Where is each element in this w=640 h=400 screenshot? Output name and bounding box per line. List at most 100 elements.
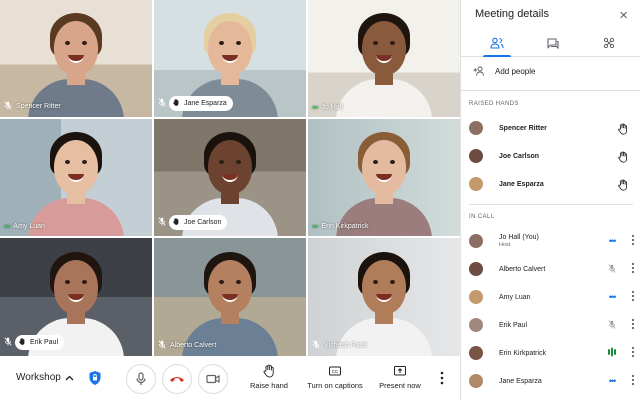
- participant-tile[interactable]: Jane Esparza: [154, 0, 306, 117]
- captions-label: Turn on captions: [307, 381, 363, 390]
- participant-name: Joe Carlson: [499, 152, 540, 160]
- hand-icon[interactable]: [617, 150, 629, 163]
- svg-text:CC: CC: [332, 369, 339, 374]
- participant-name-tag: Jane Esparza: [158, 94, 233, 112]
- participant-name-tag: ••• Amy Luan: [4, 222, 45, 231]
- camera-button[interactable]: [198, 364, 228, 394]
- participant-tile[interactable]: ••• Jo Hall: [308, 0, 460, 117]
- video-grid: Spencer Ritter Jane Esparza ••• Jo Hall ••• A…: [0, 0, 460, 356]
- avatar: [469, 318, 483, 332]
- participant-name: Jane Esparza: [184, 99, 227, 107]
- participant-tile[interactable]: ••• Erin Kirkpatrick: [308, 119, 460, 236]
- participant-name: Jo Hall: [321, 104, 343, 111]
- participant-name: Erik Paul: [30, 338, 59, 346]
- hand-icon: [172, 217, 180, 228]
- participant-tile[interactable]: Spencer Ritter: [0, 0, 152, 117]
- more-options-icon[interactable]: [631, 346, 635, 360]
- participant-name-tag: ••• Jo Hall: [312, 103, 343, 112]
- raised-hand-row[interactable]: Jane Esparza: [469, 172, 635, 196]
- avatar: [469, 149, 483, 163]
- more-options-icon[interactable]: [631, 290, 635, 304]
- tab-people[interactable]: [469, 30, 525, 57]
- avatar: [469, 177, 483, 191]
- microphone-muted-icon: [605, 263, 619, 275]
- hand-icon[interactable]: [617, 178, 629, 191]
- tab-activities[interactable]: [581, 30, 637, 56]
- more-options-icon[interactable]: [631, 318, 635, 332]
- participant-name-tag: Alberto Calvert: [158, 340, 216, 351]
- in-call-row[interactable]: Erin Kirkpatrick: [469, 341, 635, 365]
- hand-icon: [263, 364, 274, 378]
- in-call-row[interactable]: Alberto Calvert: [469, 257, 635, 281]
- present-screen-icon: [394, 366, 406, 376]
- meeting-details-button[interactable]: Workshop: [16, 372, 74, 383]
- tab-chat[interactable]: [525, 30, 581, 56]
- avatar: [469, 262, 483, 276]
- add-people-button[interactable]: Add people: [473, 66, 535, 76]
- microphone-muted-icon: [158, 94, 166, 112]
- in-call-row[interactable]: Amy Luan •••: [469, 285, 635, 309]
- captions-icon: CC: [329, 366, 341, 376]
- raised-hands-heading: RAISED HANDS: [469, 101, 519, 107]
- meeting-name: Workshop: [16, 372, 61, 383]
- add-person-icon: [473, 66, 484, 76]
- microphone-icon: [136, 372, 146, 385]
- participant-tile[interactable]: Erik Paul: [0, 238, 152, 356]
- microphone-button[interactable]: [126, 364, 156, 394]
- more-options-icon[interactable]: [631, 262, 635, 276]
- participant-video: [334, 130, 434, 236]
- speaking-indicator-icon: •••: [608, 292, 616, 302]
- end-call-button[interactable]: [162, 364, 192, 394]
- raised-hand-row[interactable]: Joe Carlson: [469, 144, 635, 168]
- chat-icon: [547, 37, 559, 49]
- participant-name: Amy Luan: [499, 293, 531, 301]
- speaking-indicator-icon: •••: [4, 222, 10, 231]
- speaking-indicator-icon: •••: [608, 236, 616, 246]
- participant-name: Alberto Calvert: [170, 342, 217, 349]
- people-icon: [490, 37, 504, 49]
- present-now-button[interactable]: Present now: [376, 364, 424, 390]
- captions-button[interactable]: CC Turn on captions: [304, 364, 366, 390]
- divider: [469, 204, 633, 205]
- participant-name: Erin Kirkpatrick: [499, 349, 547, 357]
- participant-name-tag: ••• Erin Kirkpatrick: [312, 222, 368, 231]
- avatar: [469, 374, 483, 388]
- chevron-up-icon: [65, 375, 74, 380]
- microphone-muted-icon: [605, 319, 619, 331]
- participant-name: Alberto Calvert: [499, 265, 546, 273]
- participant-name: Erin Kirkpatrick: [321, 223, 369, 230]
- audio-level-icon: [605, 347, 619, 359]
- panel-title: Meeting details: [475, 8, 549, 20]
- in-call-row[interactable]: Erik Paul: [469, 313, 635, 337]
- raise-hand-button[interactable]: Raise hand: [248, 364, 290, 390]
- participant-name-tag: Vishesh Patel: [312, 340, 367, 351]
- raised-hand-row[interactable]: Spencer Ritter: [469, 116, 635, 140]
- more-options-icon[interactable]: [631, 374, 635, 388]
- participant-tile[interactable]: Vishesh Patel: [308, 238, 460, 356]
- avatar: [469, 121, 483, 135]
- more-options-icon[interactable]: [440, 371, 444, 385]
- close-icon[interactable]: ✕: [619, 9, 628, 22]
- speaking-indicator-icon: •••: [312, 103, 318, 112]
- hand-icon: [172, 98, 180, 109]
- participant-tile[interactable]: Alberto Calvert: [154, 238, 306, 356]
- hang-up-icon: [170, 377, 184, 382]
- participant-name: Jane Esparza: [499, 377, 542, 385]
- participant-name-pill: Jane Esparza: [169, 95, 233, 111]
- meeting-controls-bar: Workshop Raise hand CC Turn on captions …: [0, 356, 460, 400]
- participant-name: Jane Esparza: [499, 180, 544, 188]
- participant-video: [26, 130, 126, 236]
- hand-icon[interactable]: [617, 122, 629, 135]
- participant-tile[interactable]: ••• Amy Luan: [0, 119, 152, 236]
- participant-name: Jo Hall (You): [499, 234, 539, 241]
- participant-name-pill: Joe Carlson: [169, 214, 228, 230]
- speaking-indicator-icon: •••: [312, 222, 318, 231]
- in-call-row[interactable]: Jo Hall (You) Host •••: [469, 229, 635, 253]
- in-call-row[interactable]: Jane Esparza •••: [469, 369, 635, 393]
- add-people-label: Add people: [495, 66, 536, 76]
- shield-icon[interactable]: [88, 370, 102, 386]
- avatar: [469, 290, 483, 304]
- more-options-icon[interactable]: [631, 234, 635, 248]
- participant-tile[interactable]: Joe Carlson: [154, 119, 306, 236]
- participant-name: Vishesh Patel: [324, 342, 367, 349]
